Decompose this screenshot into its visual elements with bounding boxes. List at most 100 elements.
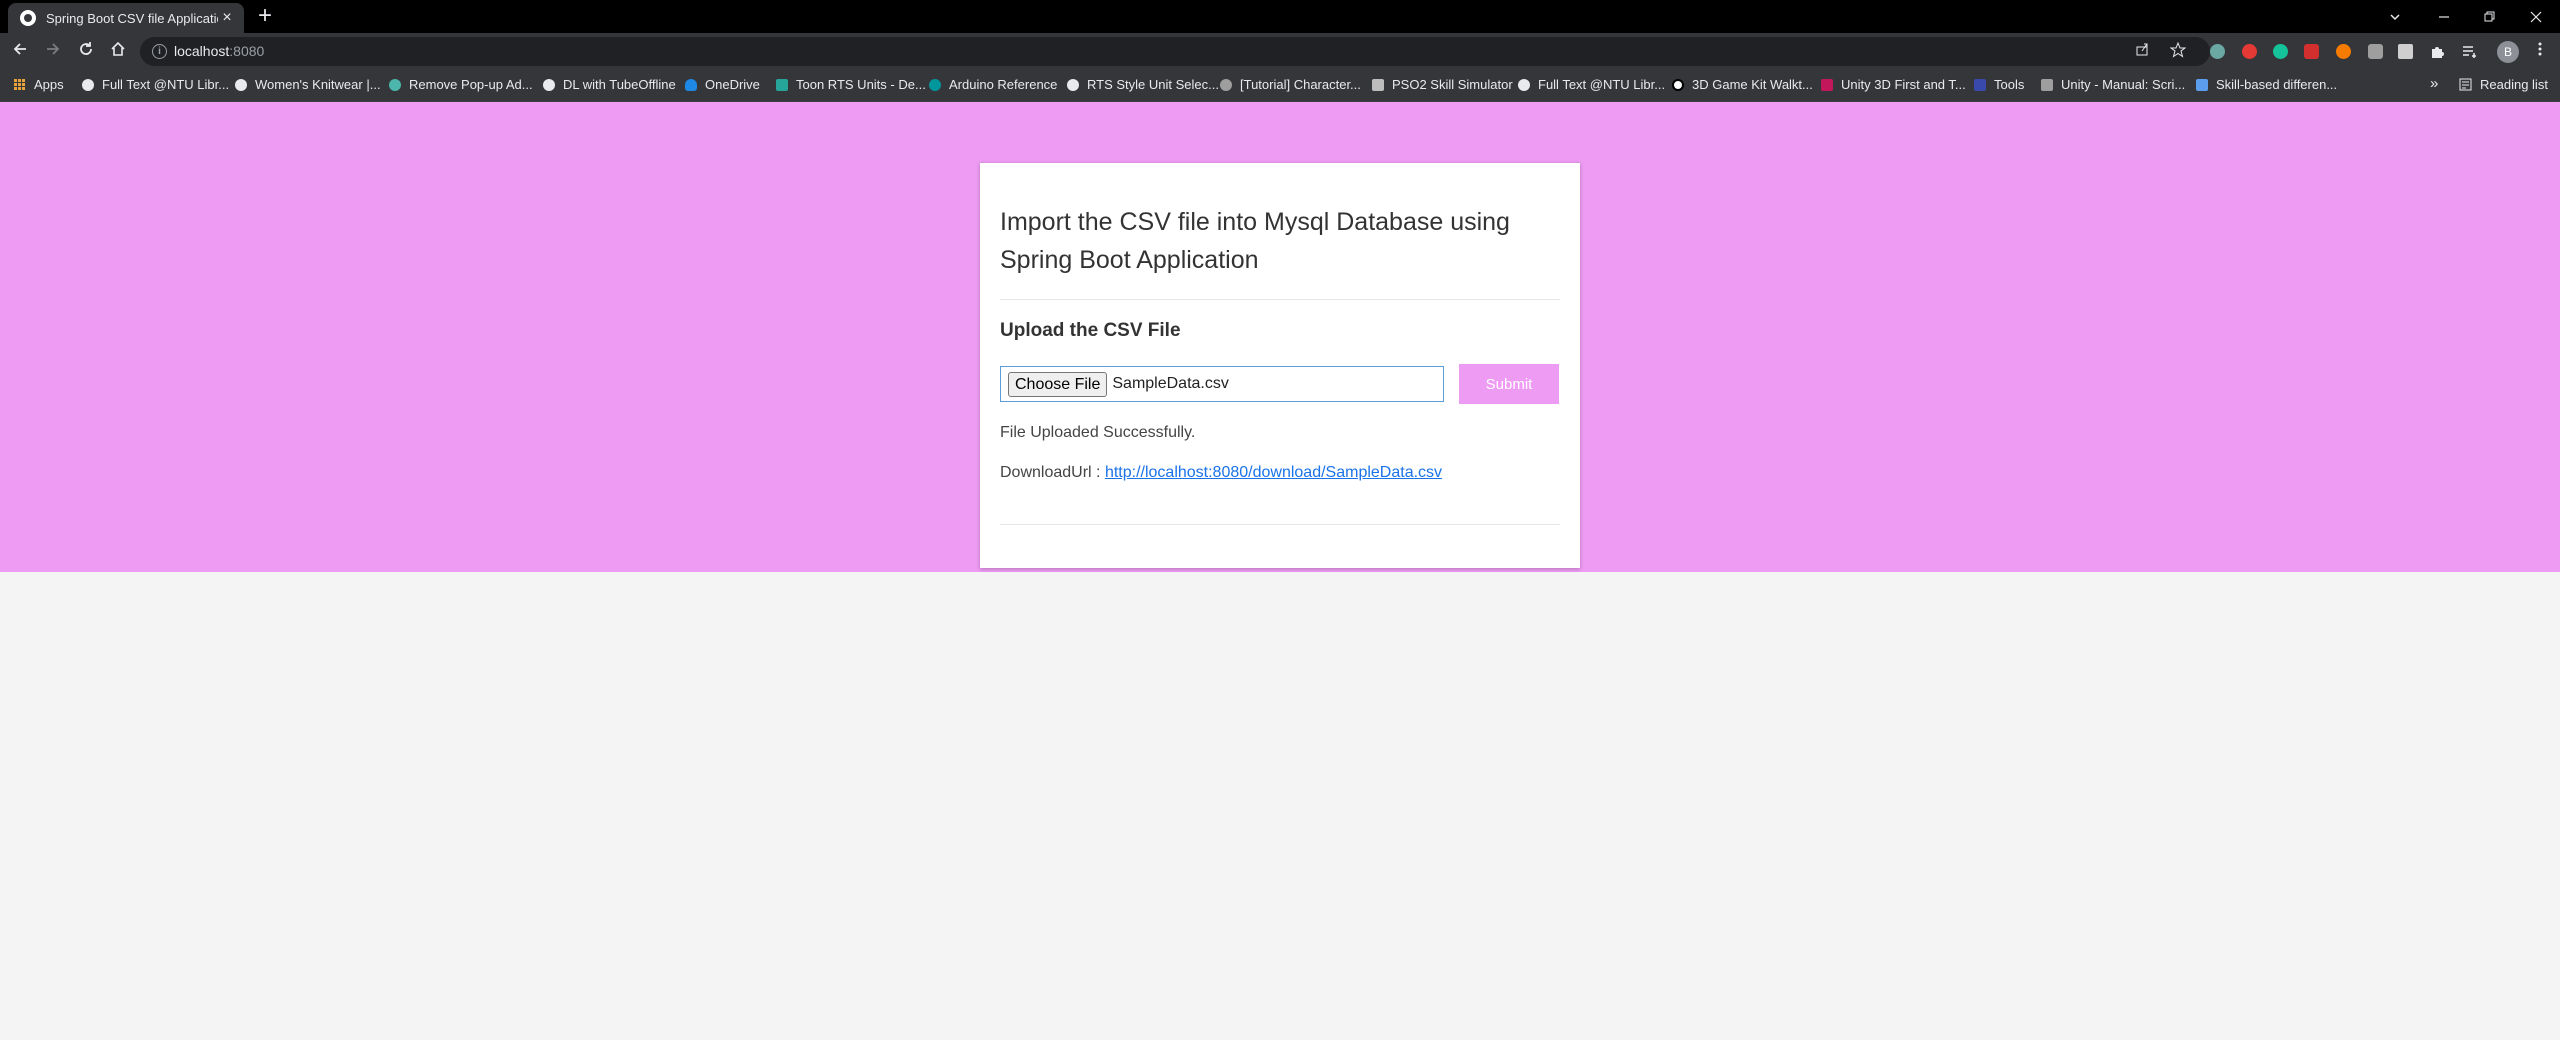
globe-icon bbox=[1067, 78, 1079, 91]
extensions-puzzle-icon[interactable] bbox=[2430, 44, 2445, 59]
tab-title: Spring Boot CSV file Application bbox=[46, 10, 218, 26]
address-bar[interactable]: i localhost:8080 bbox=[140, 37, 2210, 66]
bookmark-apps[interactable]: Apps bbox=[14, 77, 64, 92]
address-host: localhost bbox=[174, 43, 230, 59]
bookmark-icon bbox=[1821, 78, 1833, 91]
bookmark-item[interactable]: Unity 3D First and T... bbox=[1821, 77, 1966, 92]
close-window-icon[interactable] bbox=[2530, 0, 2542, 33]
s-extension-icon[interactable] bbox=[2368, 44, 2383, 59]
bookmark-label: Tools bbox=[1994, 77, 2025, 92]
download-link[interactable]: http://localhost:8080/download/SampleDat… bbox=[1105, 464, 1442, 481]
upload-status-message: File Uploaded Successfully. bbox=[1000, 424, 1196, 441]
bookmark-item[interactable]: 3D Game Kit Walkt... bbox=[1672, 77, 1813, 92]
browser-toolbar: i localhost:8080 B bbox=[0, 33, 2560, 70]
bookmark-label: Toon RTS Units - De... bbox=[796, 77, 926, 92]
bookmark-label: OneDrive bbox=[705, 77, 760, 92]
section-title: Upload the CSV File bbox=[1000, 320, 1181, 341]
bookmark-item[interactable]: Toon RTS Units - De... bbox=[776, 77, 926, 92]
browser-tabstrip: Spring Boot CSV file Application × + bbox=[0, 0, 2560, 33]
page-title: Import the CSV file into Mysql Database … bbox=[1000, 208, 1510, 274]
bookmark-label: Remove Pop-up Ad... bbox=[409, 77, 533, 92]
bookmark-label: RTS Style Unit Selec... bbox=[1087, 77, 1219, 92]
reading-list-icon[interactable] bbox=[2462, 44, 2477, 59]
unity-icon bbox=[2041, 78, 2053, 91]
extension-icon[interactable] bbox=[2210, 44, 2225, 59]
bookmark-label: Unity 3D First and T... bbox=[1841, 77, 1966, 92]
radiation-icon bbox=[1672, 78, 1684, 91]
unity-icon bbox=[776, 78, 788, 91]
forward-icon[interactable] bbox=[45, 41, 61, 62]
triangle-icon bbox=[2196, 78, 2208, 91]
reading-list-label: Reading list bbox=[2480, 77, 2548, 92]
bookmark-label: Arduino Reference bbox=[949, 77, 1058, 92]
bookmark-item[interactable]: DL with TubeOffline bbox=[543, 77, 676, 92]
browser-tab-active[interactable]: Spring Boot CSV file Application × bbox=[8, 3, 244, 33]
bookmark-item[interactable]: Remove Pop-up Ad... bbox=[389, 77, 533, 92]
bookmark-label: 3D Game Kit Walkt... bbox=[1692, 77, 1813, 92]
bookmark-item[interactable]: Full Text @NTU Libr... bbox=[82, 77, 229, 92]
bookmark-item[interactable]: RTS Style Unit Selec... bbox=[1067, 77, 1219, 92]
screenshot-icon[interactable] bbox=[2398, 44, 2413, 59]
tab-search-icon[interactable] bbox=[2388, 0, 2402, 33]
rss-icon[interactable] bbox=[2336, 44, 2351, 59]
choose-file-button[interactable]: Choose File bbox=[1008, 371, 1108, 397]
globe-icon bbox=[82, 78, 94, 91]
bookmark-label: Apps bbox=[34, 77, 64, 92]
bookmark-label: Unity - Manual: Scri... bbox=[2061, 77, 2186, 92]
divider bbox=[1000, 299, 1560, 300]
bookmark-star-icon[interactable] bbox=[2169, 41, 2187, 63]
gear-icon bbox=[389, 78, 401, 91]
grammarly-icon[interactable] bbox=[2273, 44, 2288, 59]
tab-close-icon[interactable]: × bbox=[218, 9, 236, 27]
bookmark-item[interactable]: Women's Knitwear |... bbox=[235, 77, 381, 92]
upload-form: Choose File SampleData.csv Submit bbox=[1000, 364, 1560, 404]
gmail-icon[interactable] bbox=[2304, 44, 2319, 59]
profile-avatar[interactable]: B bbox=[2497, 41, 2519, 63]
bookmark-item[interactable]: [Tutorial] Character... bbox=[1220, 77, 1361, 92]
bookmark-item[interactable]: Skill-based differen... bbox=[2196, 77, 2337, 92]
download-row: DownloadUrl : http://localhost:8080/down… bbox=[1000, 464, 1560, 482]
bookmark-item[interactable]: PSO2 Skill Simulator bbox=[1372, 77, 1513, 92]
site-info-icon[interactable]: i bbox=[152, 44, 167, 59]
reload-icon[interactable] bbox=[78, 41, 94, 62]
extension-red-icon[interactable] bbox=[2242, 44, 2257, 59]
menu-kebab-icon[interactable] bbox=[2537, 41, 2543, 62]
globe-icon bbox=[543, 78, 555, 91]
apps-grid-icon bbox=[14, 78, 26, 91]
bookmark-item[interactable]: OneDrive bbox=[685, 77, 760, 92]
globe-icon bbox=[235, 78, 247, 91]
back-icon[interactable] bbox=[12, 41, 28, 62]
bookmark-item[interactable]: Arduino Reference bbox=[929, 77, 1057, 92]
globe-icon bbox=[20, 10, 36, 26]
divider bbox=[1000, 524, 1560, 525]
upload-card: Import the CSV file into Mysql Database … bbox=[980, 163, 1580, 568]
download-label: DownloadUrl : bbox=[1000, 464, 1105, 481]
new-tab-button[interactable]: + bbox=[258, 4, 272, 28]
bookmark-label: [Tutorial] Character... bbox=[1240, 77, 1361, 92]
bookmark-item[interactable]: Tools bbox=[1974, 77, 2024, 92]
address-text: localhost:8080 bbox=[174, 43, 264, 59]
bookmark-item[interactable]: Full Text @NTU Libr... bbox=[1518, 77, 1665, 92]
address-port: :8080 bbox=[229, 43, 265, 59]
submit-button[interactable]: Submit bbox=[1459, 364, 1559, 404]
pso2-icon bbox=[1372, 78, 1384, 91]
ntu-icon bbox=[1974, 78, 1986, 91]
reading-list-button[interactable]: Reading list bbox=[2459, 77, 2548, 92]
restore-icon[interactable] bbox=[2484, 0, 2496, 33]
bookmark-item[interactable]: Unity - Manual: Scri... bbox=[2041, 77, 2185, 92]
globe-icon bbox=[1518, 78, 1530, 91]
bookmark-label: PSO2 Skill Simulator bbox=[1392, 77, 1513, 92]
bookmark-label: Women's Knitwear |... bbox=[255, 77, 381, 92]
radiation-icon bbox=[1220, 78, 1232, 91]
minimize-icon[interactable] bbox=[2438, 0, 2450, 33]
bookmarks-overflow-icon[interactable]: » bbox=[2430, 75, 2438, 92]
selected-file-name: SampleData.csv bbox=[1112, 375, 1229, 392]
bookmarks-bar: Apps Full Text @NTU Libr... Women's Knit… bbox=[0, 70, 2560, 102]
bookmark-label: Skill-based differen... bbox=[2216, 77, 2338, 92]
cloud-icon bbox=[685, 78, 697, 91]
bookmark-label: DL with TubeOffline bbox=[563, 77, 676, 92]
home-icon[interactable] bbox=[110, 41, 126, 62]
page-background bbox=[0, 572, 2560, 1040]
file-input[interactable]: Choose File SampleData.csv bbox=[1000, 366, 1444, 402]
share-icon[interactable] bbox=[2135, 42, 2150, 62]
